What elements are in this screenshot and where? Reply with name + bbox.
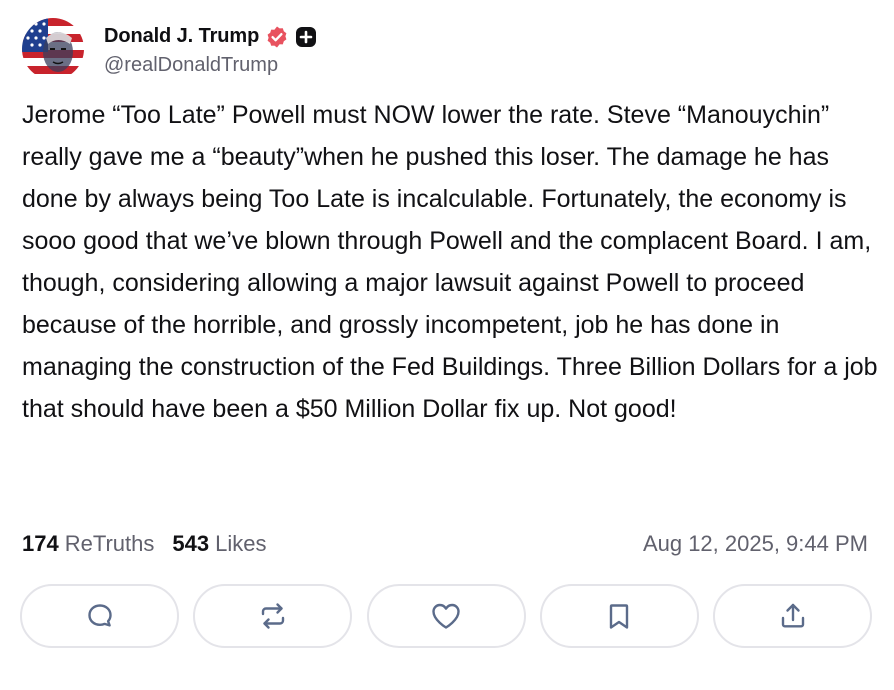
author-handle[interactable]: @realDonaldTrump	[104, 54, 317, 77]
retruths-stat[interactable]: 174 ReTruths	[22, 531, 154, 557]
post-header: Donald J. Trump @realDonaldTrump	[22, 16, 317, 82]
post-timestamp[interactable]: Aug 12, 2025, 9:44 PM	[643, 531, 868, 557]
retruth-button[interactable]	[193, 584, 353, 648]
share-button[interactable]	[713, 584, 872, 648]
flag-portrait-avatar-icon	[22, 18, 84, 80]
likes-label: Likes	[215, 531, 267, 556]
author-display-name[interactable]: Donald J. Trump	[104, 25, 259, 48]
retruths-count: 174	[22, 531, 59, 556]
share-icon	[781, 603, 804, 628]
action-bar	[20, 584, 872, 648]
repost-icon	[261, 603, 284, 629]
bookmark-icon	[610, 604, 629, 629]
post-stats: 174 ReTruths 543 Likes Aug 12, 2025, 9:4…	[22, 528, 868, 560]
name-row: Donald J. Trump	[104, 22, 317, 52]
post-card: Donald J. Trump @realDonaldTrump Jerome …	[0, 0, 894, 690]
retruths-label: ReTruths	[64, 531, 155, 556]
post-text: Jerome “Too Late” Powell must NOW lower …	[22, 101, 878, 423]
avatar[interactable]	[22, 18, 84, 80]
author-identity: Donald J. Trump @realDonaldTrump	[104, 22, 317, 77]
verified-badge-icon	[265, 25, 289, 49]
likes-stat[interactable]: 543 Likes	[172, 531, 266, 557]
reply-button[interactable]	[20, 584, 179, 648]
comment-icon	[87, 604, 112, 627]
like-button[interactable]	[366, 584, 526, 648]
heart-icon	[432, 603, 460, 629]
plus-badge-icon	[295, 26, 317, 48]
bookmark-button[interactable]	[539, 584, 699, 648]
likes-count: 543	[172, 531, 210, 556]
